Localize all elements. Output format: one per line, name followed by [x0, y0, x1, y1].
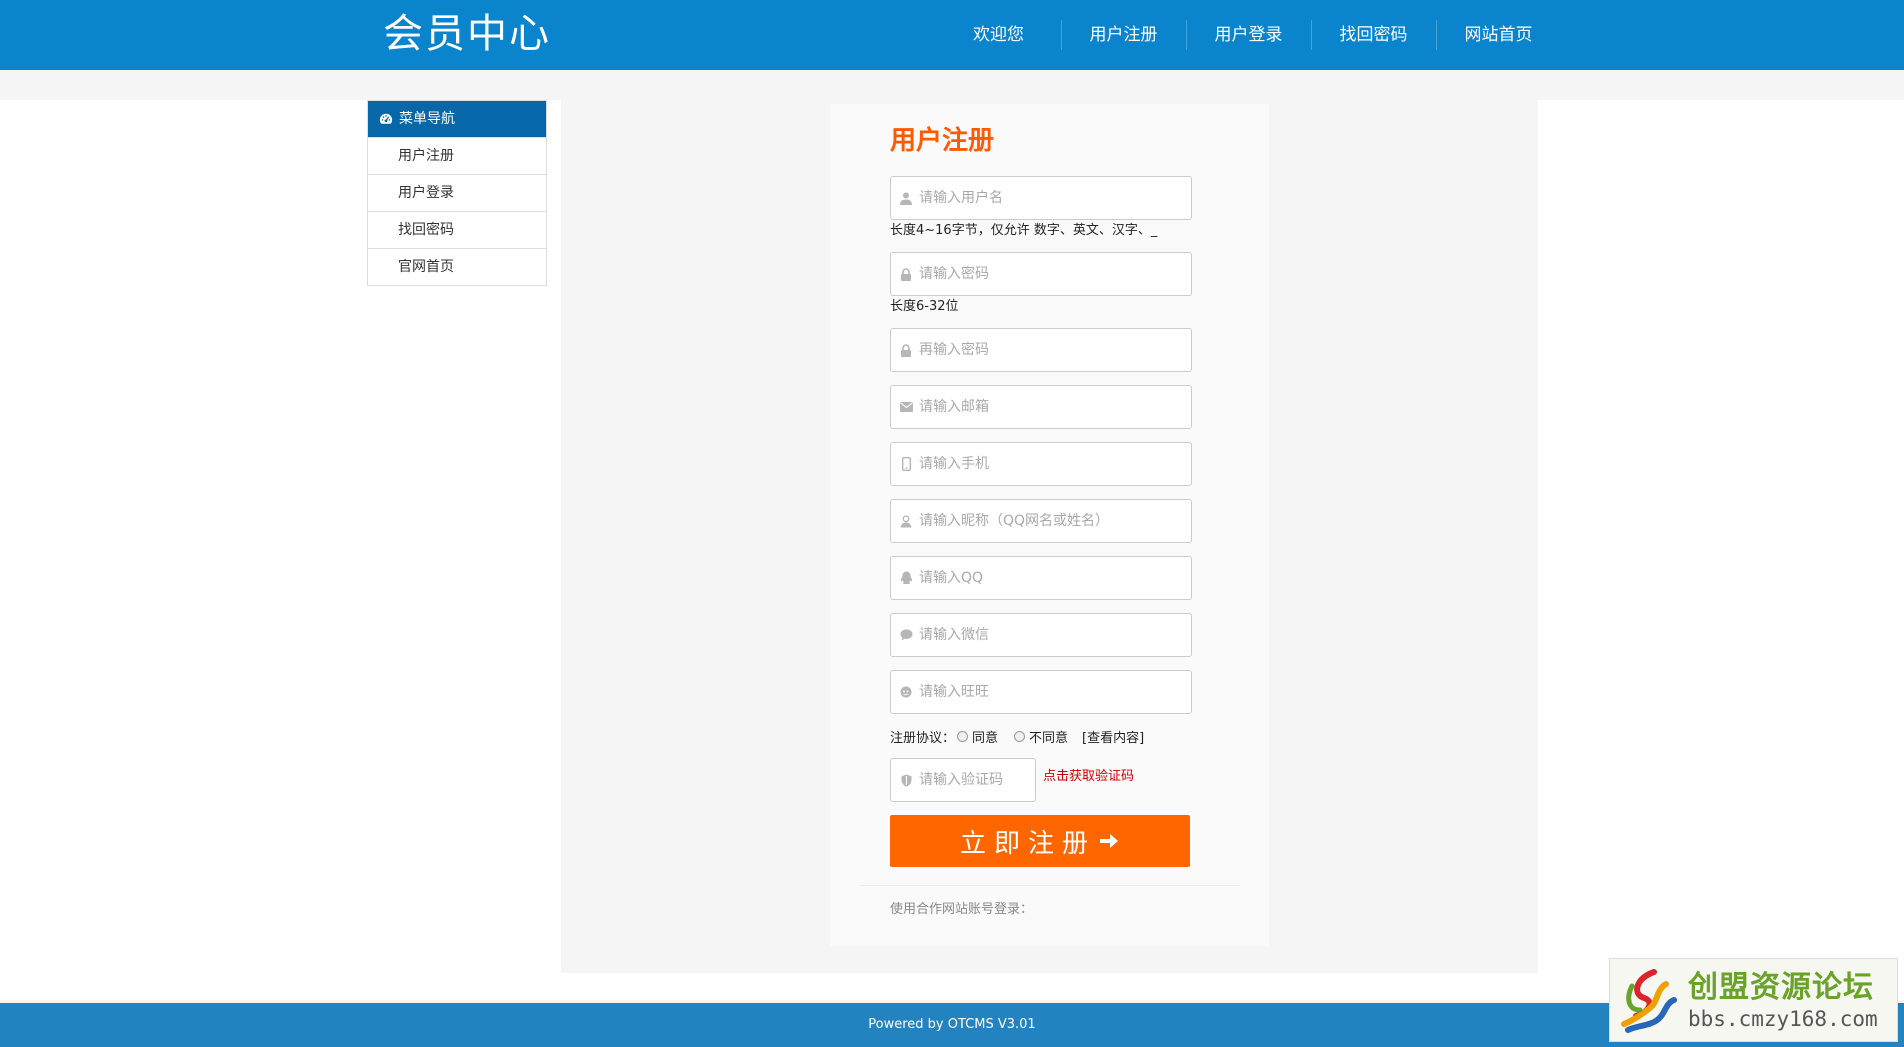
phone-field[interactable]	[890, 442, 1192, 486]
top-nav: 欢迎您 用户注册 用户登录 找回密码 网站首页	[936, 0, 1561, 70]
footer-text: Powered by OTCMS V3.01	[868, 1017, 1036, 1032]
view-agreement-link[interactable]: [查看内容]	[1082, 727, 1144, 746]
confirm-password-input[interactable]	[919, 330, 1179, 370]
username-field[interactable]	[890, 176, 1192, 220]
lock-icon	[899, 343, 913, 357]
sidebar-menu: 菜单导航 用户注册 用户登录 找回密码 官网首页	[367, 100, 547, 286]
nickname-input[interactable]	[919, 501, 1179, 541]
confirm-password-field[interactable]	[890, 328, 1192, 372]
sidebar-title: 菜单导航	[399, 111, 455, 127]
chat-bubble-icon	[899, 628, 913, 642]
email-input[interactable]	[919, 387, 1179, 427]
wangwang-icon	[899, 685, 913, 699]
agreement-row: 注册协议： 同意 不同意 [查看内容]	[890, 726, 1144, 746]
sidebar-item-official-home[interactable]: 官网首页	[368, 248, 546, 285]
forum-name: 创盟资源论坛	[1688, 970, 1874, 1005]
agree-option[interactable]: 同意	[955, 727, 998, 746]
password-input[interactable]	[919, 254, 1179, 294]
phone-input[interactable]	[919, 444, 1179, 484]
nav-home[interactable]: 网站首页	[1436, 0, 1561, 70]
shield-icon	[899, 773, 913, 787]
qq-input[interactable]	[919, 558, 1179, 598]
sidebar-item-login[interactable]: 用户登录	[368, 174, 546, 211]
submit-label: 立即注册	[959, 828, 1096, 859]
nav-login[interactable]: 用户登录	[1186, 0, 1311, 70]
agreement-label: 注册协议：	[890, 730, 956, 746]
user-icon	[899, 191, 913, 205]
nav-register[interactable]: 用户注册	[1061, 0, 1186, 70]
captcha-input[interactable]	[919, 760, 1029, 800]
dashboard-icon	[379, 113, 393, 124]
password-hint: 长度6-32位	[890, 299, 959, 314]
disagree-option[interactable]: 不同意	[1012, 727, 1068, 746]
captcha-field[interactable]	[890, 758, 1036, 802]
disagree-radio[interactable]	[1014, 730, 1026, 742]
username-hint: 长度4~16字节，仅允许 数字、英文、汉字、_	[890, 223, 1158, 238]
email-field[interactable]	[890, 385, 1192, 429]
user-outline-icon	[899, 514, 913, 528]
form-divider	[860, 885, 1240, 886]
partner-login-text: 使用合作网站账号登录：	[890, 902, 1034, 917]
wangwang-field[interactable]	[890, 670, 1192, 714]
register-submit-button[interactable]: 立即注册	[890, 815, 1190, 867]
sidebar-header: 菜单导航	[368, 101, 546, 137]
site-logo[interactable]: 会员中心	[383, 8, 551, 60]
forum-watermark: 创盟资源论坛 bbs.cmzy168.com	[1609, 958, 1898, 1042]
forum-url: bbs.cmzy168.com	[1688, 1007, 1878, 1031]
password-field[interactable]	[890, 252, 1192, 296]
lock-icon	[899, 267, 913, 281]
agree-label: 同意	[972, 730, 999, 746]
wangwang-input[interactable]	[919, 672, 1179, 712]
sidebar-item-register[interactable]: 用户注册	[368, 137, 546, 174]
nickname-field[interactable]	[890, 499, 1192, 543]
disagree-label: 不同意	[1029, 730, 1069, 746]
wechat-field[interactable]	[890, 613, 1192, 657]
nav-welcome[interactable]: 欢迎您	[936, 0, 1061, 70]
get-captcha-link[interactable]: 点击获取验证码	[1043, 768, 1134, 786]
forum-logo-icon	[1621, 969, 1677, 1033]
top-header: 会员中心 欢迎您 用户注册 用户登录 找回密码 网站首页	[0, 0, 1904, 70]
qq-field[interactable]	[890, 556, 1192, 600]
envelope-icon	[899, 400, 913, 414]
wechat-input[interactable]	[919, 615, 1179, 655]
sidebar-item-forgot-password[interactable]: 找回密码	[368, 211, 546, 248]
username-input[interactable]	[919, 178, 1179, 218]
mobile-phone-icon	[899, 457, 913, 471]
agree-radio[interactable]	[957, 730, 969, 742]
arrow-right-icon	[1100, 834, 1118, 848]
nav-forgot-password[interactable]: 找回密码	[1311, 0, 1436, 70]
forum-watermark-text: 创盟资源论坛 bbs.cmzy168.com	[1688, 969, 1878, 1031]
form-title: 用户注册	[890, 126, 995, 156]
qq-icon	[899, 571, 913, 585]
